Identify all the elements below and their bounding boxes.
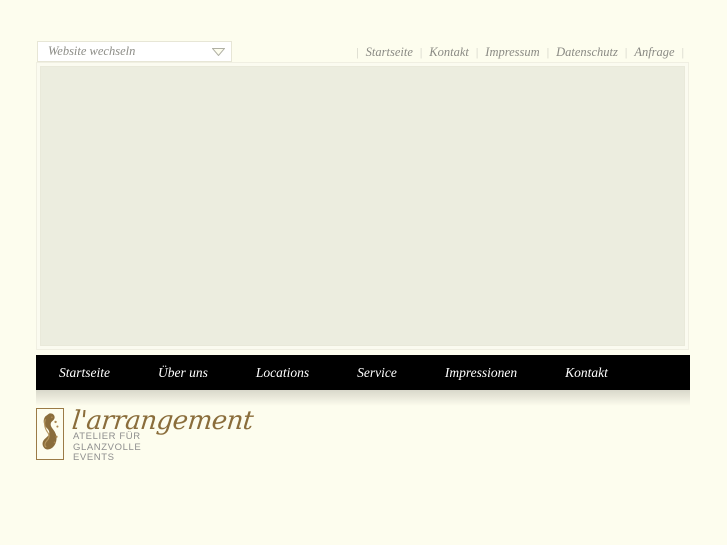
site-logo[interactable]: l'arrangement ATELIER FÜR GLANZVOLLE EVE… — [36, 406, 296, 466]
top-nav-item-startseite[interactable]: Startseite — [366, 46, 413, 59]
top-nav-separator: | — [475, 44, 479, 59]
figure-emblem-icon — [36, 408, 64, 460]
logo-tagline: ATELIER FÜR GLANZVOLLE EVENTS — [73, 431, 141, 464]
chevron-down-icon — [212, 47, 225, 56]
top-nav-item-kontakt[interactable]: Kontakt — [429, 46, 469, 59]
nav-item-service[interactable]: Service — [357, 366, 397, 380]
top-nav-item-impressum[interactable]: Impressum — [485, 46, 539, 59]
top-nav-separator: | — [681, 44, 684, 59]
nav-item-kontakt[interactable]: Kontakt — [565, 366, 608, 380]
site-switcher-dropdown[interactable]: Website wechseln — [37, 41, 232, 62]
site-switcher-label: Website wechseln — [48, 44, 136, 59]
top-nav-separator: | — [546, 44, 550, 59]
content-frame — [36, 62, 689, 350]
logo-tagline-line-1: ATELIER FÜR — [73, 431, 141, 442]
top-nav-separator: | — [419, 44, 423, 59]
nav-item-startseite[interactable]: Startseite — [59, 366, 110, 380]
nav-item-locations[interactable]: Locations — [256, 366, 309, 380]
top-nav-item-datenschutz[interactable]: Datenschutz — [556, 46, 618, 59]
nav-item-ueber-uns[interactable]: Über uns — [158, 366, 208, 380]
top-nav-item-anfrage[interactable]: Anfrage — [634, 46, 674, 59]
top-nav-separator: | — [356, 44, 359, 59]
logo-tagline-line-3: EVENTS — [73, 452, 115, 463]
nav-item-impressionen[interactable]: Impressionen — [445, 366, 517, 380]
top-nav-separator: | — [624, 44, 628, 59]
main-navigation: Startseite Über uns Locations Service Im… — [36, 355, 690, 390]
content-panel — [40, 66, 685, 346]
nav-bar-shadow — [36, 390, 690, 406]
